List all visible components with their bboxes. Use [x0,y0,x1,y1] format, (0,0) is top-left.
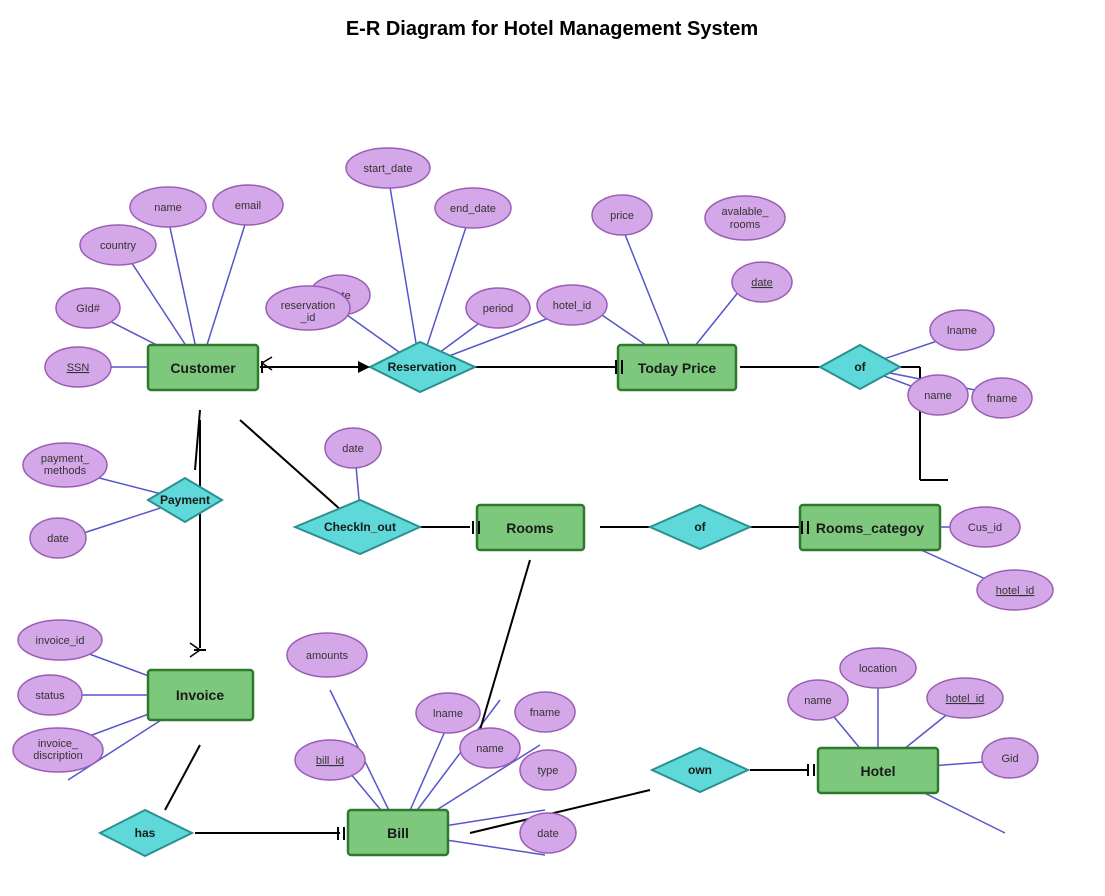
attr-res-startdate-label: start_date [364,163,413,175]
attr-pay-methods-label2: methods [44,465,87,477]
rel-reservation-label: Reservation [388,360,457,374]
attr-res-hotelid-label: hotel_id [553,300,592,312]
attr-of-lname-label: lname [947,325,977,337]
attr-tp-price-label: price [610,210,634,222]
rel-checkinout-label: CheckIn_out [324,520,396,534]
attr-res-enddate-label: end_date [450,203,496,215]
entity-invoice-label: Invoice [176,687,224,703]
diagram-title: E-R Diagram for Hotel Management System [346,18,758,40]
attr-rc-hotelid-label: hotel_id [996,585,1035,597]
rel-of2-label: of [694,520,706,534]
attr-bill-lname-label: lname [433,708,463,720]
attr-res-id-label: reservation [281,300,335,312]
attr-pay-methods-label1: payment_ [41,453,90,465]
attr-inv-id-label: invoice_id [36,635,85,647]
rel-own-label: own [688,763,712,777]
attr-res-period-label: period [483,303,514,315]
rel-of1-label: of [854,360,866,374]
attr-tp-rooms-label2: rooms [730,219,761,231]
attr-bill-type-label: type [538,765,559,777]
entity-customer-label: Customer [170,360,236,376]
attr-hotel-hotelid-label: hotel_id [946,693,985,705]
attr-bill-fname-label: fname [530,707,561,719]
attr-customer-country-label: country [100,240,137,252]
attr-bill-name-label: name [476,743,504,755]
attr-hotel-name-label: name [804,695,832,707]
entity-bill-label: Bill [387,825,409,841]
entity-todayprice-label: Today Price [638,360,717,376]
rel-has-label: has [135,826,156,840]
attr-hotel-gid-label: Gid [1001,753,1018,765]
attr-inv-desc-label2: discription [33,750,83,762]
attr-bill-id-label: bill_id [316,755,344,767]
attr-pay-date-label: date [47,533,68,545]
rel-payment-label: Payment [160,493,210,507]
entity-rooms-label: Rooms [506,520,554,536]
attr-customer-gid-label: GId# [76,303,101,315]
attr-hotel-location-label: location [859,663,897,675]
attr-checkin-date-label: date [342,443,363,455]
attr-rc-cusid-label: Cus_id [968,522,1002,534]
entity-hotel-label: Hotel [861,763,896,779]
attr-customer-email-label: email [235,200,261,212]
attr-of-name-label: name [924,390,952,402]
attr-inv-desc-label1: invoice_ [38,738,79,750]
entity-roomscategoy-label: Rooms_categoy [816,520,924,536]
attr-res-id-label2: _id [300,312,316,324]
attr-inv-status-label: status [35,690,65,702]
attr-of-fname-label: fname [987,393,1018,405]
attr-tp-rooms [705,196,785,240]
attr-customer-ssn-label: SSN [67,362,90,374]
attr-bill-amounts-label: amounts [306,650,349,662]
attr-tp-rooms-label1: avalable_ [721,206,769,218]
attr-tp-date-label: date [751,277,772,289]
attr-customer-name-label: name [154,202,182,214]
attr-bill-date-label: date [537,828,558,840]
